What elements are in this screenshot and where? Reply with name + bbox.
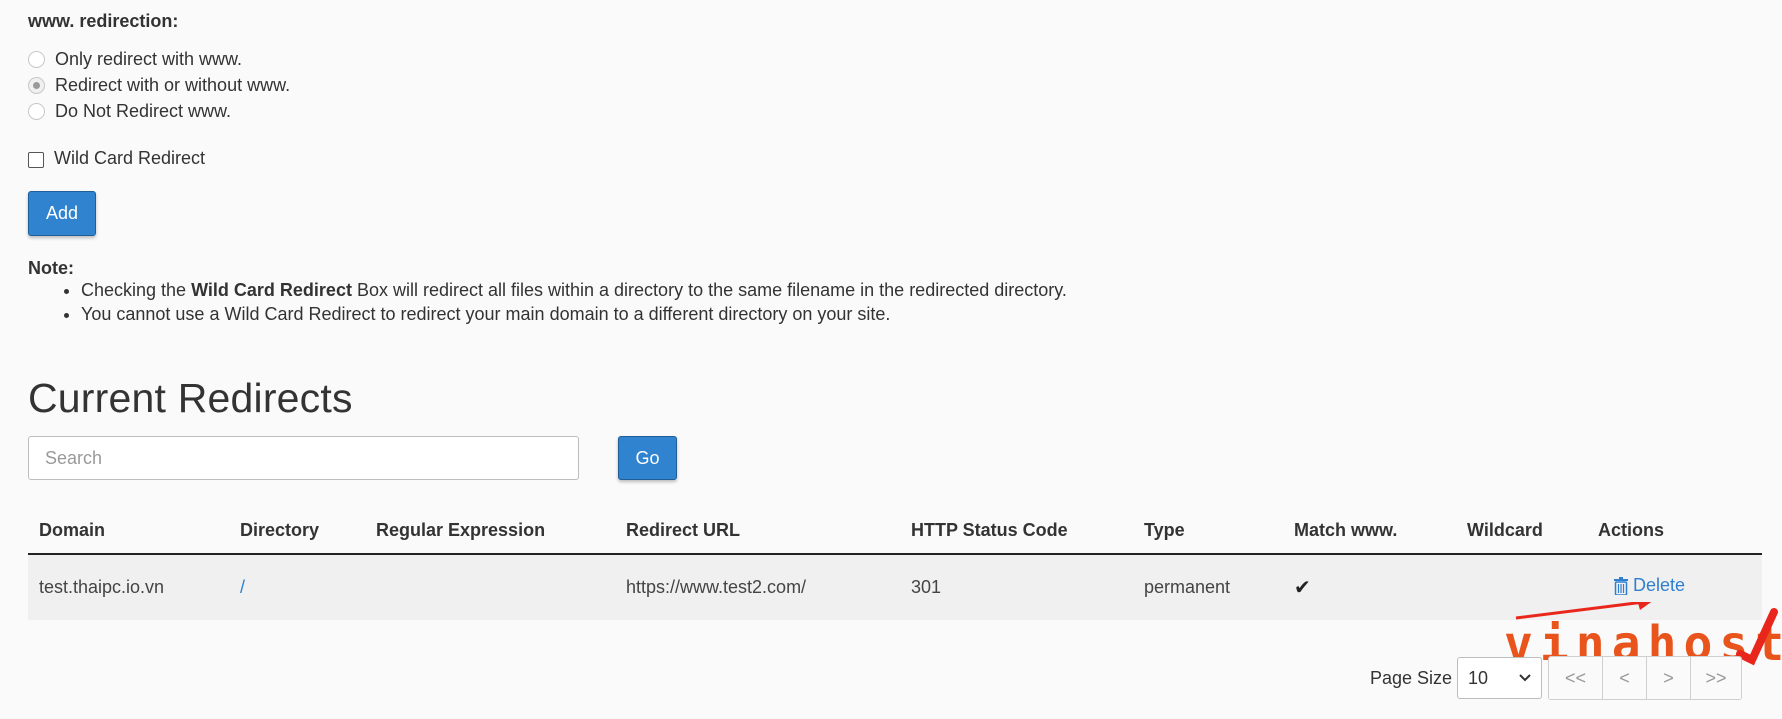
- next-page-button[interactable]: >: [1647, 657, 1691, 699]
- delete-label: Delete: [1633, 575, 1686, 596]
- note-item: You cannot use a Wild Card Redirect to r…: [81, 302, 1067, 326]
- wildcard-checkbox[interactable]: [28, 151, 44, 168]
- cell-regex: [365, 554, 615, 620]
- radio-with-or-without-www[interactable]: Redirect with or without www.: [28, 75, 290, 96]
- cell-redirect-url: https://www.test2.com/: [615, 554, 900, 620]
- directory-link[interactable]: /: [240, 577, 245, 597]
- redirects-table: Domain Directory Regular Expression Redi…: [28, 508, 1762, 620]
- radio-label: Do Not Redirect www.: [55, 101, 232, 121]
- radio-only-www[interactable]: Only redirect with www.: [28, 49, 242, 70]
- current-redirects-title: Current Redirects: [28, 375, 353, 421]
- page-size-value: 10: [1468, 667, 1489, 688]
- column-header-regex[interactable]: Regular Expression: [365, 508, 615, 555]
- column-header-directory[interactable]: Directory: [229, 508, 365, 555]
- cell-type: permanent: [1133, 554, 1283, 620]
- column-header-status-code[interactable]: HTTP Status Code: [900, 508, 1133, 555]
- cell-domain: test.thaipc.io.vn: [28, 554, 229, 620]
- radio-circle-checked[interactable]: [28, 77, 45, 94]
- radio-label: Only redirect with www.: [55, 49, 243, 69]
- column-header-wildcard[interactable]: Wildcard: [1456, 508, 1587, 555]
- www-redirection-label: www. redirection:: [28, 11, 179, 31]
- cell-match-www: ✔: [1283, 554, 1456, 620]
- add-button[interactable]: Add: [28, 191, 96, 236]
- wildcard-redirect-option[interactable]: Wild Card Redirect: [28, 148, 205, 169]
- radio-do-not-redirect-www[interactable]: Do Not Redirect www.: [28, 101, 231, 122]
- note-title: Note:: [28, 258, 74, 278]
- pagination: Page Size 10 << < > >>: [1370, 656, 1742, 700]
- table-header-row: Domain Directory Regular Expression Redi…: [28, 508, 1762, 555]
- page-size-select[interactable]: 10: [1457, 657, 1542, 699]
- radio-circle[interactable]: [28, 51, 45, 68]
- chevron-down-icon: [1519, 674, 1531, 682]
- search-input[interactable]: [28, 436, 579, 480]
- cell-directory: /: [229, 554, 365, 620]
- prev-page-button[interactable]: <: [1603, 657, 1647, 699]
- wildcard-label: Wild Card Redirect: [54, 148, 206, 168]
- column-header-type[interactable]: Type: [1133, 508, 1283, 555]
- pagination-buttons: << < > >>: [1548, 656, 1742, 700]
- cell-status-code: 301: [900, 554, 1133, 620]
- table-row: test.thaipc.io.vn / https://www.test2.co…: [28, 554, 1762, 620]
- column-header-redirect-url[interactable]: Redirect URL: [615, 508, 900, 555]
- column-header-domain[interactable]: Domain: [28, 508, 229, 555]
- note-item: Checking the Wild Card Redirect Box will…: [81, 278, 1067, 302]
- note-list: Checking the Wild Card Redirect Box will…: [28, 278, 1067, 326]
- delete-link[interactable]: Delete: [1614, 575, 1685, 596]
- first-page-button[interactable]: <<: [1549, 657, 1603, 699]
- go-button[interactable]: Go: [618, 436, 677, 480]
- last-page-button[interactable]: >>: [1691, 657, 1741, 699]
- radio-circle[interactable]: [28, 103, 45, 120]
- trash-icon: [1614, 576, 1628, 595]
- column-header-actions: Actions: [1587, 508, 1762, 555]
- radio-label: Redirect with or without www.: [55, 75, 291, 95]
- column-header-match-www[interactable]: Match www.: [1283, 508, 1456, 555]
- red-arrow-head: [1637, 602, 1652, 610]
- page-size-label: Page Size: [1369, 667, 1452, 688]
- checkmark-icon: ✔: [1294, 577, 1311, 599]
